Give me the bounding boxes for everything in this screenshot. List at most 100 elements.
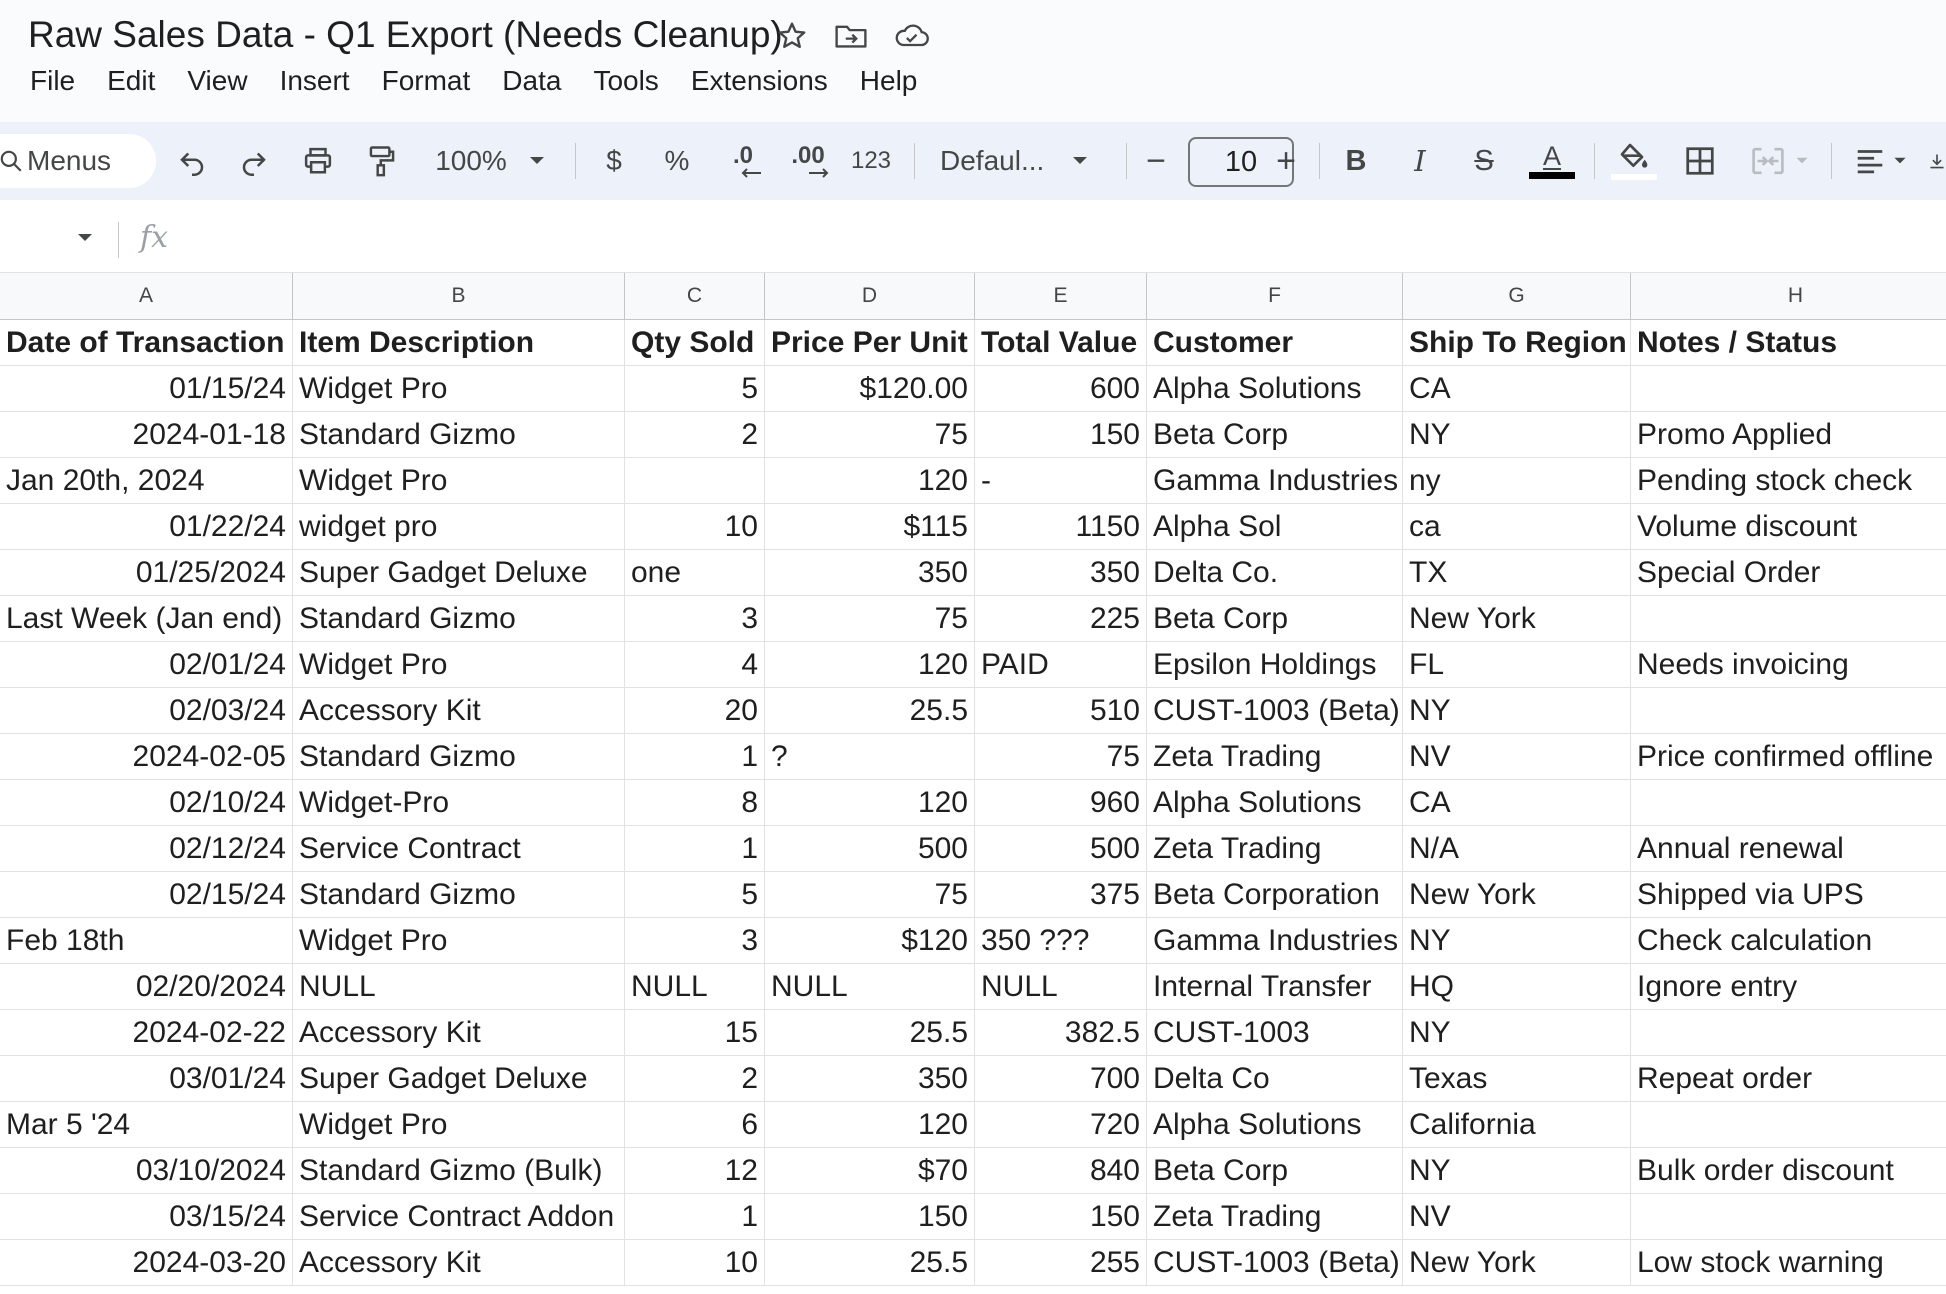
table-cell[interactable]: Epsilon Holdings bbox=[1147, 642, 1403, 688]
table-cell[interactable]: CUST-1003 (Beta) bbox=[1147, 688, 1403, 734]
table-cell[interactable]: Alpha Solutions bbox=[1147, 1102, 1403, 1148]
table-cell[interactable]: CA bbox=[1403, 780, 1631, 826]
table-cell[interactable]: CUST-1003 (Beta) bbox=[1147, 1240, 1403, 1286]
table-cell[interactable]: Check calculation bbox=[1631, 918, 1946, 964]
header-cell-b[interactable]: Item Description bbox=[293, 320, 625, 366]
table-cell[interactable]: TX bbox=[1403, 550, 1631, 596]
increase-decimal-button[interactable]: .00 bbox=[780, 122, 836, 200]
table-cell[interactable]: Last Week (Jan end) bbox=[0, 596, 293, 642]
menu-tools[interactable]: Tools bbox=[577, 63, 674, 99]
table-cell[interactable]: - bbox=[975, 458, 1147, 504]
table-cell[interactable]: 350 ??? bbox=[975, 918, 1147, 964]
table-cell[interactable]: NY bbox=[1403, 918, 1631, 964]
table-cell[interactable]: New York bbox=[1403, 872, 1631, 918]
table-cell[interactable]: 25.5 bbox=[765, 688, 975, 734]
table-cell[interactable]: 75 bbox=[975, 734, 1147, 780]
table-cell[interactable]: 1 bbox=[625, 734, 765, 780]
table-cell[interactable]: Special Order bbox=[1631, 550, 1946, 596]
table-cell[interactable]: Internal Transfer bbox=[1147, 964, 1403, 1010]
table-cell[interactable]: Zeta Trading bbox=[1147, 826, 1403, 872]
table-cell[interactable]: 120 bbox=[765, 780, 975, 826]
column-header-g[interactable]: G bbox=[1403, 273, 1631, 320]
table-cell[interactable]: Beta Corp bbox=[1147, 412, 1403, 458]
table-cell[interactable]: 01/15/24 bbox=[0, 366, 293, 412]
table-cell[interactable]: $115 bbox=[765, 504, 975, 550]
table-cell[interactable]: Beta Corp bbox=[1147, 1148, 1403, 1194]
table-cell[interactable]: 840 bbox=[975, 1148, 1147, 1194]
table-cell[interactable]: Standard Gizmo bbox=[293, 412, 625, 458]
table-cell[interactable]: 1 bbox=[625, 1194, 765, 1240]
font-select[interactable]: Defaul... bbox=[940, 122, 1100, 200]
table-cell[interactable]: 12 bbox=[625, 1148, 765, 1194]
table-cell[interactable]: 2024-02-05 bbox=[0, 734, 293, 780]
column-header-f[interactable]: F bbox=[1147, 273, 1403, 320]
table-cell[interactable]: Widget Pro bbox=[293, 366, 625, 412]
table-cell[interactable]: Standard Gizmo bbox=[293, 596, 625, 642]
table-cell[interactable]: Super Gadget Deluxe bbox=[293, 550, 625, 596]
table-cell[interactable]: NV bbox=[1403, 1194, 1631, 1240]
redo-button[interactable] bbox=[234, 122, 274, 200]
table-cell[interactable]: Ignore entry bbox=[1631, 964, 1946, 1010]
table-cell[interactable]: Service Contract Addon bbox=[293, 1194, 625, 1240]
table-cell[interactable]: 120 bbox=[765, 458, 975, 504]
table-cell[interactable]: Widget Pro bbox=[293, 1102, 625, 1148]
currency-format-button[interactable]: $ bbox=[594, 122, 634, 200]
fill-color-button[interactable] bbox=[1610, 122, 1658, 200]
menu-help[interactable]: Help bbox=[844, 63, 934, 99]
table-cell[interactable]: 5 bbox=[625, 366, 765, 412]
table-cell[interactable]: 02/03/24 bbox=[0, 688, 293, 734]
table-cell[interactable]: California bbox=[1403, 1102, 1631, 1148]
text-color-button[interactable]: A bbox=[1526, 122, 1578, 200]
menus-search-button[interactable]: Menus bbox=[0, 134, 156, 188]
table-cell[interactable]: Standard Gizmo (Bulk) bbox=[293, 1148, 625, 1194]
table-cell[interactable]: widget pro bbox=[293, 504, 625, 550]
column-header-b[interactable]: B bbox=[293, 273, 625, 320]
table-cell[interactable]: Widget-Pro bbox=[293, 780, 625, 826]
table-cell[interactable]: 03/10/2024 bbox=[0, 1148, 293, 1194]
table-cell[interactable]: 2024-03-20 bbox=[0, 1240, 293, 1286]
table-cell[interactable]: PAID bbox=[975, 642, 1147, 688]
table-cell[interactable]: 3 bbox=[625, 918, 765, 964]
table-cell[interactable]: 500 bbox=[975, 826, 1147, 872]
table-cell[interactable]: 75 bbox=[765, 412, 975, 458]
table-cell[interactable]: 1150 bbox=[975, 504, 1147, 550]
table-cell[interactable]: 2024-01-18 bbox=[0, 412, 293, 458]
table-cell[interactable]: 600 bbox=[975, 366, 1147, 412]
table-cell[interactable]: Pending stock check bbox=[1631, 458, 1946, 504]
table-cell[interactable]: 01/22/24 bbox=[0, 504, 293, 550]
table-cell[interactable]: 120 bbox=[765, 642, 975, 688]
column-header-c[interactable]: C bbox=[625, 273, 765, 320]
table-cell[interactable]: Volume discount bbox=[1631, 504, 1946, 550]
horizontal-align-button[interactable] bbox=[1846, 122, 1916, 200]
borders-button[interactable] bbox=[1680, 122, 1720, 200]
zoom-select[interactable]: 100% bbox=[425, 122, 555, 200]
table-cell[interactable]: Beta Corporation bbox=[1147, 872, 1403, 918]
table-cell[interactable]: Widget Pro bbox=[293, 458, 625, 504]
table-cell[interactable]: 225 bbox=[975, 596, 1147, 642]
header-cell-g[interactable]: Ship To Region bbox=[1403, 320, 1631, 366]
table-cell[interactable]: Delta Co. bbox=[1147, 550, 1403, 596]
table-cell[interactable]: 150 bbox=[975, 1194, 1147, 1240]
table-cell[interactable]: 2024-02-22 bbox=[0, 1010, 293, 1056]
column-header-d[interactable]: D bbox=[765, 273, 975, 320]
table-cell[interactable]: Price confirmed offline bbox=[1631, 734, 1946, 780]
table-cell[interactable] bbox=[1631, 596, 1946, 642]
table-cell[interactable]: Shipped via UPS bbox=[1631, 872, 1946, 918]
table-cell[interactable]: 510 bbox=[975, 688, 1147, 734]
table-cell[interactable]: Accessory Kit bbox=[293, 688, 625, 734]
table-cell[interactable] bbox=[1631, 780, 1946, 826]
table-cell[interactable]: 700 bbox=[975, 1056, 1147, 1102]
table-cell[interactable] bbox=[1631, 1102, 1946, 1148]
table-cell[interactable]: 3 bbox=[625, 596, 765, 642]
table-cell[interactable]: Jan 20th, 2024 bbox=[0, 458, 293, 504]
table-cell[interactable]: ny bbox=[1403, 458, 1631, 504]
header-cell-c[interactable]: Qty Sold bbox=[625, 320, 765, 366]
table-cell[interactable]: Low stock warning bbox=[1631, 1240, 1946, 1286]
table-cell[interactable]: 15 bbox=[625, 1010, 765, 1056]
table-cell[interactable]: Beta Corp bbox=[1147, 596, 1403, 642]
table-cell[interactable]: Alpha Sol bbox=[1147, 504, 1403, 550]
table-cell[interactable]: 6 bbox=[625, 1102, 765, 1148]
table-cell[interactable]: CUST-1003 bbox=[1147, 1010, 1403, 1056]
print-button[interactable] bbox=[298, 122, 338, 200]
table-cell[interactable]: NULL bbox=[293, 964, 625, 1010]
